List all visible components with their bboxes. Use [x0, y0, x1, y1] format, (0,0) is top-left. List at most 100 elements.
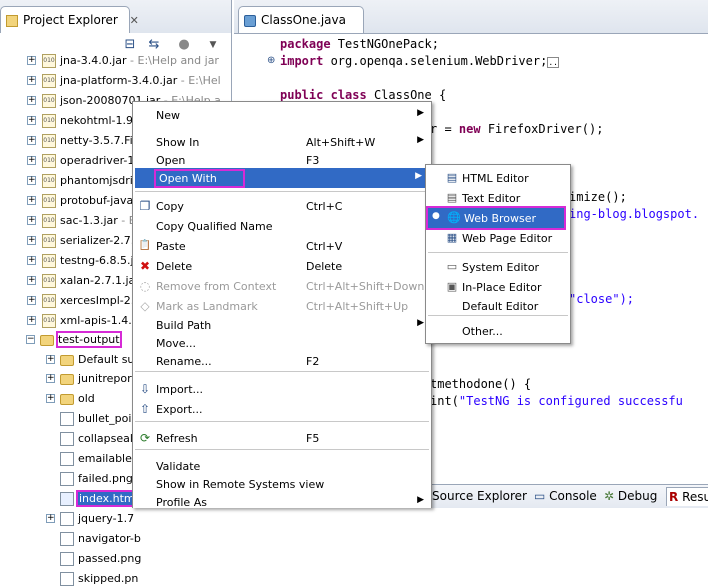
- code-line-1[interactable]: package TestNGOnePack;: [280, 37, 439, 51]
- submenu-item-label: Text Editor: [462, 192, 521, 205]
- refresh-icon: ⟳: [139, 431, 151, 445]
- submenu-item-other[interactable]: Other...: [426, 321, 570, 341]
- tree-item[interactable]: skipped.pn: [0, 570, 232, 588]
- menu-item-delete[interactable]: ✖ Delete Delete: [133, 256, 431, 276]
- expand-icon[interactable]: +: [27, 136, 36, 145]
- tree-item[interactable]: + jquery-1.7: [0, 510, 232, 528]
- code-line-5[interactable]: imize();: [569, 190, 627, 204]
- tab-source-explorer[interactable]: Source Explorer: [432, 489, 527, 503]
- source-explorer-label: Source Explorer: [432, 489, 527, 503]
- menu-item-copy-qualified-name[interactable]: Copy Qualified Name: [133, 216, 431, 236]
- tab-project-explorer[interactable]: Project Explorer ✕: [0, 6, 139, 33]
- expand-icon[interactable]: +: [27, 116, 36, 125]
- view-menu-icon[interactable]: ▼: [205, 37, 221, 53]
- expand-icon[interactable]: +: [27, 236, 36, 245]
- folder-icon: [60, 374, 74, 385]
- expand-icon[interactable]: +: [27, 256, 36, 265]
- menu-item-copy[interactable]: ❐ Copy Ctrl+C: [133, 196, 431, 216]
- web-browser-icon: 🌐: [447, 211, 461, 224]
- submenu-item-web-page-editor[interactable]: ▦ Web Page Editor: [426, 228, 570, 248]
- collapse-icon[interactable]: −: [26, 335, 35, 344]
- expand-icon[interactable]: +: [27, 56, 36, 65]
- folder-icon: [60, 394, 74, 405]
- menu-item-label: Profile As: [156, 496, 207, 509]
- menu-separator: [135, 191, 429, 192]
- expand-icon[interactable]: +: [27, 316, 36, 325]
- jar-icon: 010: [42, 154, 56, 168]
- submenu-item-web-browser[interactable]: ● 🌐 Web Browser: [426, 206, 566, 230]
- expand-icon[interactable]: +: [27, 96, 36, 105]
- tree-item-label: skipped.pn: [78, 572, 139, 585]
- tab-console[interactable]: ▭ Console: [534, 489, 597, 503]
- open-with-submenu: ▤ HTML Editor ▤ Text Editor ● 🌐 Web Browser ▦ We…: [425, 164, 571, 344]
- expand-icon[interactable]: +: [46, 514, 55, 523]
- tree-item[interactable]: +010 jna-platform-3.4.0.jar - E:\Hel: [0, 72, 232, 90]
- submenu-item-text-editor[interactable]: ▤ Text Editor: [426, 188, 570, 208]
- editor-tabbar: ClassOne.java: [234, 0, 708, 33]
- code-line-8[interactable]: tmethodone() {: [430, 377, 531, 391]
- expand-icon[interactable]: +: [46, 355, 55, 364]
- submenu-item-in-place-editor[interactable]: ▣ In-Place Editor: [426, 277, 570, 297]
- code-line-7[interactable]: "close");: [569, 292, 634, 306]
- code-line-2[interactable]: import org.openqa.selenium.WebDriver;..: [280, 54, 559, 68]
- remove-context-icon: ◌: [139, 279, 151, 293]
- tree-item[interactable]: +010 jna-3.4.0.jar - E:\Help and jar: [0, 52, 232, 70]
- menu-item-profile-as[interactable]: Profile As ▶: [133, 492, 431, 512]
- submenu-item-html-editor[interactable]: ▤ HTML Editor: [426, 168, 570, 188]
- jar-icon: 010: [42, 134, 56, 148]
- code-line-3[interactable]: public class ClassOne {: [280, 88, 446, 102]
- expand-icon[interactable]: +: [27, 176, 36, 185]
- menu-item-rename[interactable]: Rename... F2: [133, 351, 431, 371]
- tree-item-label: sac-1.3.jar - E: [60, 214, 136, 227]
- menu-item-import[interactable]: ⇩ Import...: [133, 379, 431, 399]
- expand-icon[interactable]: +: [27, 76, 36, 85]
- menu-item-remove-from-context[interactable]: ◌ Remove from Context Ctrl+Alt+Shift+Down: [133, 276, 431, 296]
- expand-icon[interactable]: +: [46, 394, 55, 403]
- expand-icon[interactable]: +: [27, 296, 36, 305]
- console-label: Console: [549, 489, 597, 503]
- submenu-item-default-editor[interactable]: Default Editor: [426, 296, 570, 316]
- menu-item-show-in-remote-systems-view[interactable]: Show in Remote Systems view: [133, 474, 431, 494]
- submenu-arrow-icon: ▶: [417, 135, 424, 145]
- expand-icon[interactable]: +: [27, 156, 36, 165]
- submenu-arrow-icon: ▶: [417, 108, 424, 118]
- menu-item-new[interactable]: New ▶: [133, 105, 431, 125]
- expand-icon[interactable]: +: [27, 276, 36, 285]
- file-icon: [60, 432, 74, 446]
- tree-item[interactable]: navigator-b: [0, 530, 232, 548]
- menu-item-open-with[interactable]: Open With ▶: [135, 168, 429, 188]
- menu-item-show-in[interactable]: Show In Alt+Shift+W ▶: [133, 132, 431, 152]
- code-line-4[interactable]: r = new FirefoxDriver();: [430, 122, 603, 136]
- submenu-item-system-editor[interactable]: ▭ System Editor: [426, 257, 570, 277]
- tab-debug[interactable]: ✲ Debug: [604, 489, 657, 503]
- menu-item-move[interactable]: Move...: [133, 333, 431, 353]
- expand-icon[interactable]: +: [46, 374, 55, 383]
- expand-import-icon[interactable]: ⊕: [267, 55, 275, 66]
- tree-item-label: passed.png: [78, 552, 142, 565]
- focus-icon[interactable]: ●: [176, 37, 192, 53]
- code-line-9[interactable]: int("TestNG is configured successfu: [430, 394, 683, 408]
- tree-item[interactable]: passed.png: [0, 550, 232, 568]
- menu-item-paste[interactable]: 📋 Paste Ctrl+V: [133, 236, 431, 256]
- collapse-all-icon[interactable]: ⊟: [122, 37, 138, 53]
- tree-item-label: old: [78, 392, 95, 405]
- tree-item-label: jna-platform-3.4.0.jar - E:\Hel: [60, 74, 221, 87]
- close-icon[interactable]: ✕: [130, 14, 139, 27]
- expand-icon[interactable]: +: [27, 216, 36, 225]
- menu-item-validate[interactable]: Validate: [133, 456, 431, 476]
- expand-icon[interactable]: +: [27, 196, 36, 205]
- tree-item-label: navigator-b: [78, 532, 141, 545]
- file-icon: [60, 472, 74, 486]
- tab-classone-java[interactable]: ClassOne.java: [238, 6, 364, 33]
- menu-item-mark-as-landmark[interactable]: ◇ Mark as Landmark Ctrl+Alt+Shift+Up: [133, 296, 431, 316]
- jar-icon: 010: [42, 194, 56, 208]
- menu-item-refresh[interactable]: ⟳ Refresh F5: [133, 428, 431, 448]
- link-with-editor-icon[interactable]: ⇆: [146, 37, 162, 53]
- file-icon: [60, 492, 74, 506]
- menu-item-build-path[interactable]: Build Path ▶: [133, 315, 431, 335]
- tab-results[interactable]: R Resu: [666, 487, 708, 506]
- code-line-6[interactable]: ing-blog.blogspot.: [569, 207, 699, 221]
- text-editor-icon: ▤: [446, 191, 458, 204]
- menu-item-export[interactable]: ⇧ Export...: [133, 399, 431, 419]
- menu-item-open[interactable]: Open F3: [133, 150, 431, 170]
